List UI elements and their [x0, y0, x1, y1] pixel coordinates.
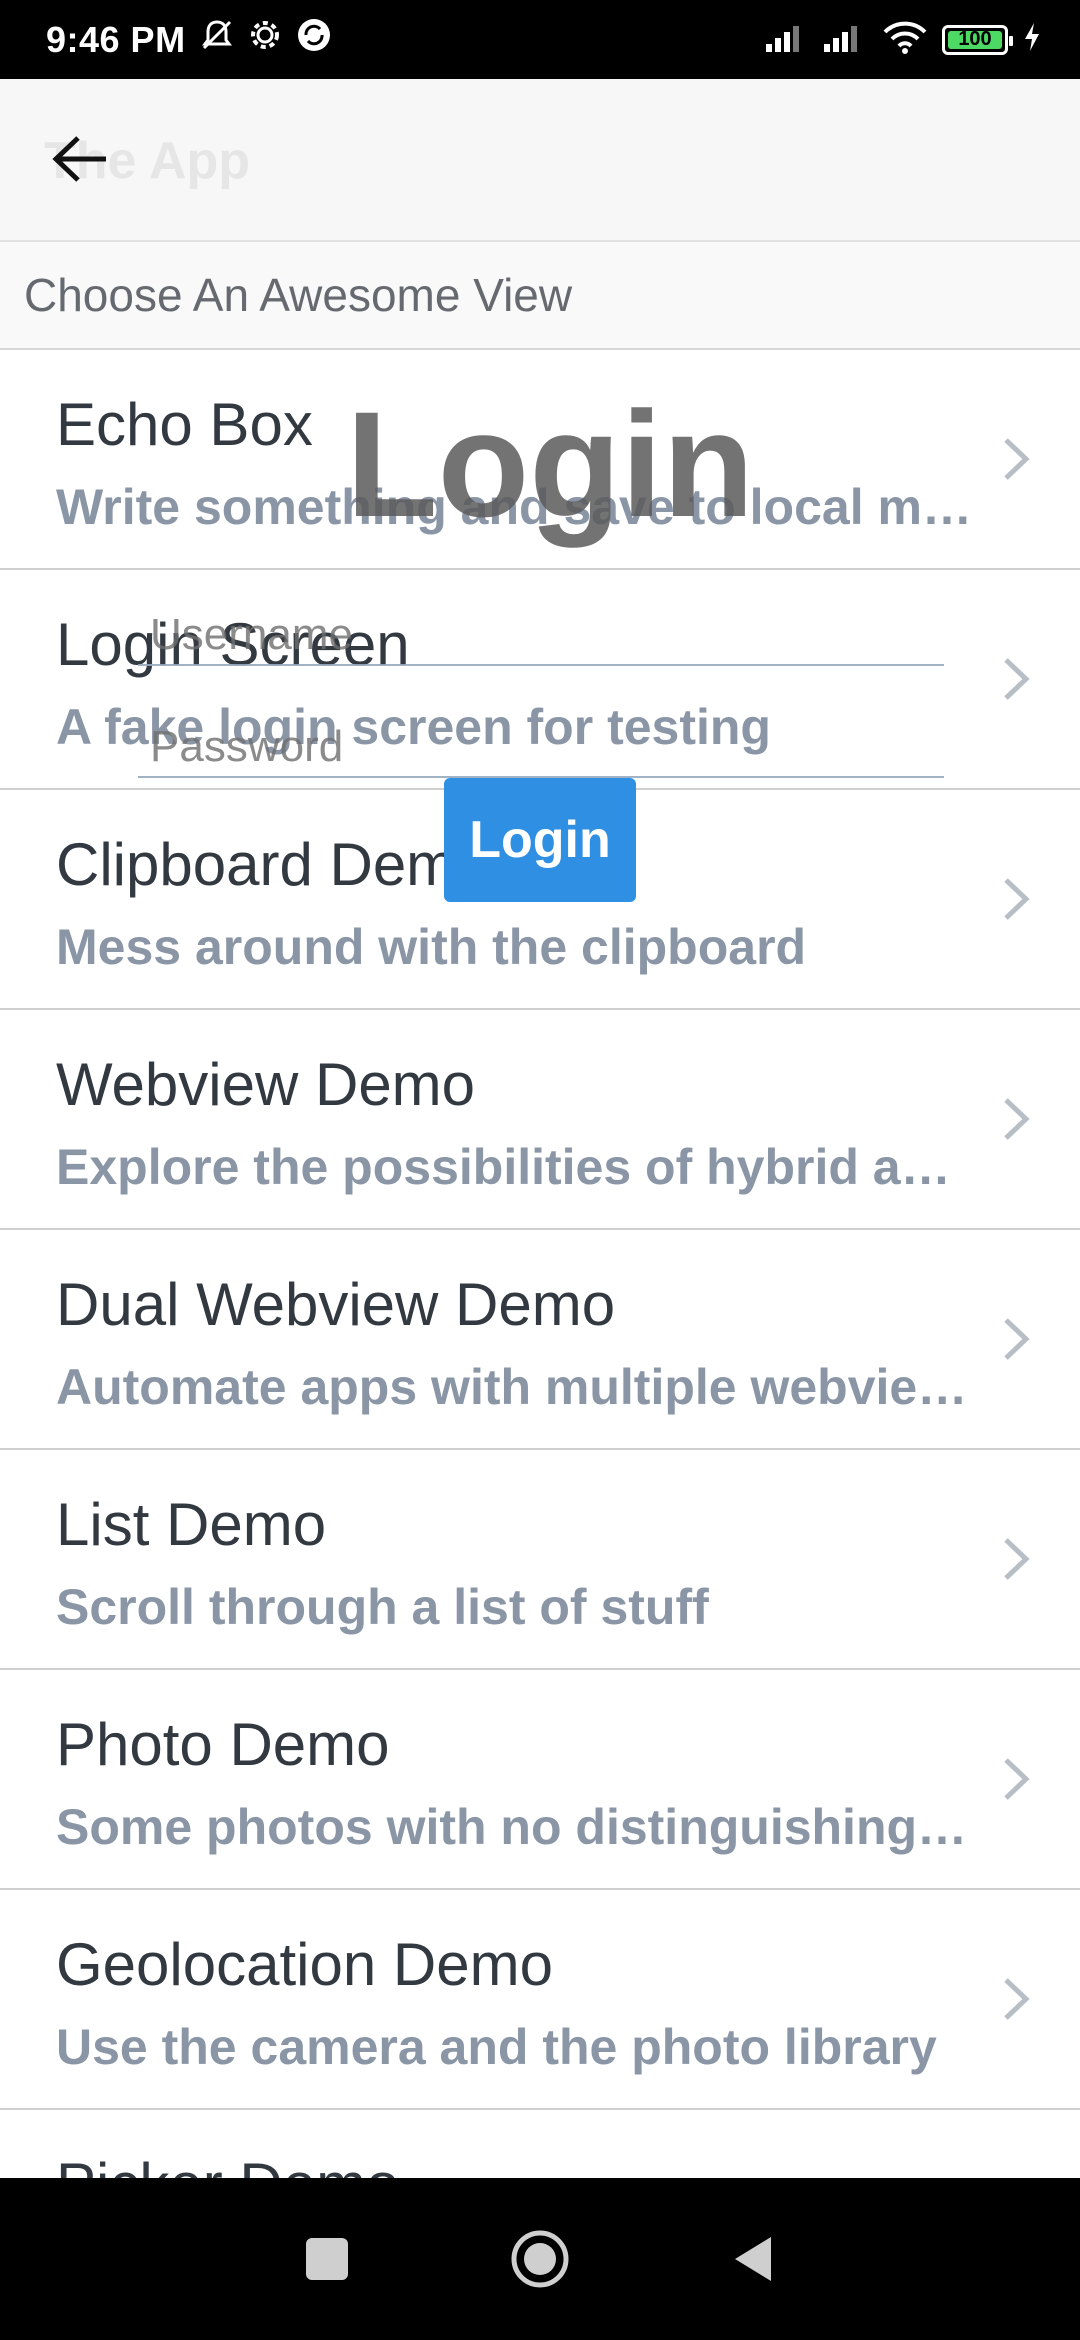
- chevron-right-icon: [1004, 1978, 1030, 2020]
- chevron-right-icon: [1004, 878, 1030, 920]
- signal-icon-2: [824, 22, 868, 57]
- list-item-photo-demo[interactable]: Photo Demo Some photos with no distingui…: [0, 1670, 1080, 1890]
- chevron-right-icon: [1004, 438, 1030, 480]
- item-subtitle: Scroll through a list of stuff: [56, 1579, 709, 1635]
- item-title: List Demo: [56, 1491, 327, 1558]
- arrow-left-icon: [52, 136, 106, 182]
- home-button[interactable]: [500, 2219, 580, 2299]
- back-icon: [735, 2237, 772, 2281]
- item-title: Photo Demo: [56, 1711, 390, 1778]
- list-item-dual-webview-demo[interactable]: Dual Webview Demo Automate apps with mul…: [0, 1230, 1080, 1450]
- list-item-geolocation-demo[interactable]: Geolocation Demo Use the camera and the …: [0, 1890, 1080, 2110]
- charging-icon: [1022, 21, 1042, 58]
- list-item-webview-demo[interactable]: Webview Demo Explore the possibilities o…: [0, 1010, 1080, 1230]
- chevron-right-icon: [1004, 1538, 1030, 1580]
- item-subtitle: Use the camera and the photo library: [56, 2019, 937, 2075]
- item-subtitle: Some photos with no distinguishing featu…: [56, 1799, 976, 1855]
- chevron-right-icon: [1004, 1098, 1030, 1140]
- item-subtitle: Automate apps with multiple webviews: [56, 1359, 976, 1415]
- status-time: 9:46 PM: [46, 18, 186, 60]
- status-right: 100: [766, 20, 1042, 59]
- battery-level: 100: [958, 28, 992, 50]
- username-input[interactable]: [138, 606, 944, 666]
- section-header: Choose An Awesome View: [0, 242, 1080, 350]
- status-left: 9:46 PM: [46, 17, 332, 62]
- recents-icon: [305, 2238, 348, 2280]
- sync-icon: [296, 17, 332, 62]
- item-title: Geolocation Demo: [56, 1931, 553, 1998]
- login-title: Login: [346, 380, 755, 548]
- app-header: The App: [0, 79, 1080, 242]
- chevron-right-icon: [1004, 658, 1030, 700]
- item-subtitle: Mess around with the clipboard: [56, 919, 807, 975]
- settings-icon: [248, 18, 282, 61]
- chevron-right-icon: [1004, 1318, 1030, 1360]
- back-nav-button[interactable]: [713, 2219, 793, 2299]
- login-button[interactable]: Login: [444, 778, 636, 902]
- mute-icon: [200, 18, 234, 61]
- item-subtitle: Explore the possibilities of hybrid apps: [56, 1139, 976, 1195]
- recents-button[interactable]: [287, 2219, 367, 2299]
- item-title: Dual Webview Demo: [56, 1271, 616, 1338]
- navigation-bar: [0, 2178, 1080, 2340]
- back-button[interactable]: [40, 124, 120, 194]
- signal-icon: [766, 22, 810, 57]
- item-title: Echo Box: [56, 391, 313, 458]
- battery-icon: 100: [942, 24, 1013, 55]
- status-bar: 9:46 PM 100: [0, 0, 1080, 79]
- list-item-list-demo[interactable]: List Demo Scroll through a list of stuff: [0, 1450, 1080, 1670]
- item-title: Clipboard Demo: [56, 831, 490, 898]
- wifi-icon: [882, 20, 928, 59]
- item-title: Webview Demo: [56, 1051, 476, 1118]
- chevron-right-icon: [1004, 1758, 1030, 1800]
- home-icon: [511, 2230, 569, 2288]
- password-input[interactable]: [138, 718, 944, 778]
